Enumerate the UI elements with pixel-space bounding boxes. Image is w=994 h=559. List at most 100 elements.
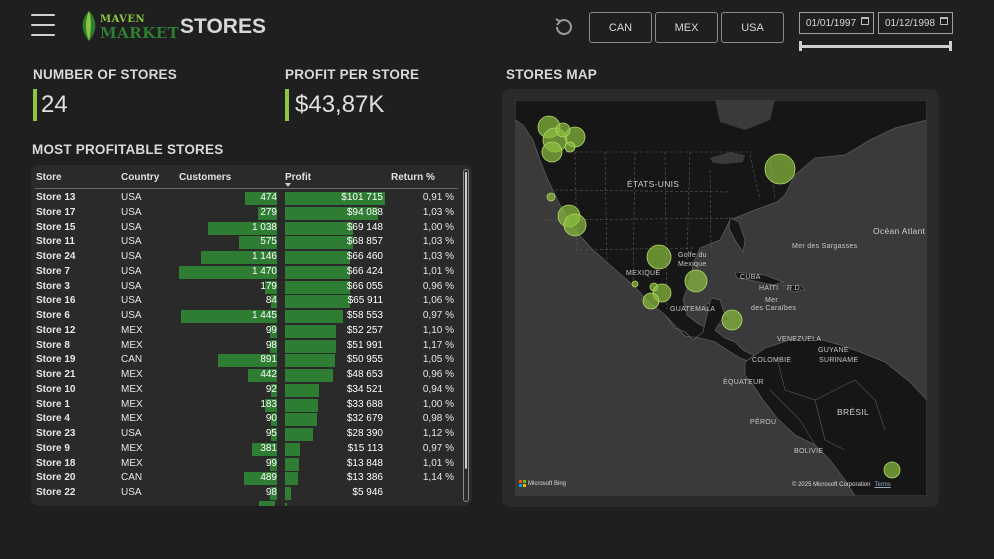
map-label-guyane: GUYANE (818, 347, 849, 354)
table-row[interactable]: Store 7 USA 1 470 $66 424 1,01 % (31, 265, 472, 280)
profit-cell: $69 148 (346, 221, 383, 233)
profit-cell: $66 460 (346, 251, 383, 262)
table-row[interactable]: Store 16 USA 84 $65 911 1,06 % (31, 294, 472, 309)
table-row[interactable]: Store 1 MEX 183 $33 688 1,00 % (31, 398, 472, 413)
country-cell: CAN (121, 472, 143, 484)
return-cell: 1,17 % (422, 339, 454, 351)
column-header-country[interactable]: Country (121, 172, 159, 183)
stores-map[interactable]: ÉTATS-UNIS Océan Atlant Mer des Sargasse… (515, 100, 927, 496)
customers-cell: 95 (265, 428, 277, 439)
table-row[interactable]: Store 21 MEX 442 $48 653 0,96 % (31, 368, 472, 383)
store-cell: Store 15 (36, 221, 76, 233)
table-scrollbar[interactable] (463, 169, 469, 502)
map-label-ocean: Océan Atlant (873, 226, 926, 236)
date-range-slider[interactable] (799, 41, 952, 51)
table-row[interactable]: Store 3 USA 179 $66 055 0,96 % (31, 280, 472, 295)
profit-data-bar (285, 251, 351, 264)
return-cell: 0,94 % (422, 383, 454, 395)
store-cell: Store 9 (36, 442, 70, 454)
customers-cell: 183 (260, 398, 277, 410)
store-cell: Store 8 (36, 339, 70, 351)
profit-data-bar (285, 236, 353, 250)
store-cell: Store 11 (36, 236, 75, 248)
table-row[interactable]: Store 15 USA 1 038 $69 148 1,00 % (31, 221, 472, 236)
logo-text-market: MARKET (100, 24, 180, 42)
customers-cell: 489 (260, 472, 277, 484)
profit-data-bar (285, 354, 336, 368)
table-row[interactable]: Store 23 USA 95 $28 390 1,12 % (31, 427, 472, 442)
table-row[interactable]: Store 20 CAN 489 $13 386 1,14 % (31, 471, 472, 486)
profit-cell: $51 991 (346, 339, 383, 351)
return-cell: 1,03 % (422, 206, 454, 218)
table-row[interactable]: Store 8 MEX 98 $51 991 1,17 % (31, 339, 472, 354)
profit-cell: $66 055 (346, 280, 383, 292)
calendar-icon[interactable] (861, 17, 869, 25)
profit-cell: $28 390 (346, 428, 383, 439)
stores-table: Store Country Customers Profit Return % … (31, 165, 472, 506)
table-row[interactable]: Store 9 MEX 381 $15 113 0,97 % (31, 442, 472, 457)
menu-icon[interactable] (31, 14, 55, 38)
customers-cell: 92 (265, 383, 277, 395)
map-title: STORES MAP (506, 67, 598, 82)
table-row[interactable]: Store 22 USA 98 $5 946 (31, 486, 472, 501)
store-bubble (631, 280, 639, 288)
filter-button-mex[interactable]: MEX (655, 12, 718, 43)
return-cell: 1,12 % (422, 428, 454, 439)
map-canvas (515, 100, 927, 496)
return-cell: 1,01 % (422, 457, 454, 469)
return-cell: 0,91 % (422, 192, 454, 203)
store-cell: Store 7 (36, 265, 70, 277)
slider-handle-start[interactable] (799, 41, 802, 51)
customers-cell: 98 (265, 339, 277, 351)
return-cell: 1,14 % (422, 472, 454, 484)
calendar-icon[interactable] (940, 17, 948, 25)
column-header-profit[interactable]: Profit (285, 172, 311, 183)
kpi-accent-bar (33, 89, 37, 121)
return-cell: 1,00 % (422, 221, 454, 233)
table-row[interactable]: Store 18 MEX 99 $13 848 1,01 % (31, 457, 472, 472)
table-row[interactable]: Store 17 USA 279 $94 088 1,03 % (31, 206, 472, 221)
filter-button-usa[interactable]: USA (721, 12, 784, 43)
table-row[interactable]: Store 6 USA 1 445 $58 553 0,97 % (31, 309, 472, 324)
store-cell: Store 19 (36, 354, 76, 366)
table-row[interactable]: Store 24 USA 1 146 $66 460 1,03 % (31, 250, 472, 265)
store-cell: Store 10 (36, 383, 76, 395)
page-title: STORES (180, 15, 266, 38)
map-provider: Microsoft Bing (519, 480, 566, 487)
profit-data-bar (285, 339, 337, 353)
table-row[interactable]: Store 4 MEX 90 $32 679 0,98 % (31, 412, 472, 427)
column-header-return[interactable]: Return % (391, 172, 435, 183)
return-cell: 0,98 % (422, 413, 454, 425)
table-row[interactable]: Store 19 CAN 891 $50 955 1,05 % (31, 353, 472, 368)
customers-cell: 474 (260, 192, 277, 203)
reset-icon[interactable] (552, 15, 576, 39)
map-card: ÉTATS-UNIS Océan Atlant Mer des Sargasse… (502, 89, 939, 507)
date-end-input[interactable]: 01/12/1998 (878, 12, 953, 34)
scrollbar-thumb[interactable] (465, 172, 467, 469)
table-row[interactable]: Store 10 MEX 92 $34 521 0,94 % (31, 383, 472, 398)
profit-data-bar (285, 383, 319, 397)
store-cell: Store 24 (36, 251, 76, 262)
customers-cell: 1 445 (251, 310, 277, 321)
column-header-customers[interactable]: Customers (179, 172, 231, 183)
column-header-store[interactable]: Store (36, 172, 62, 183)
return-cell: 0,97 % (422, 310, 454, 321)
customers-cell: 575 (260, 236, 277, 248)
store-bubble (883, 461, 901, 479)
table-row[interactable]: Store 12 MEX 99 $52 257 1,10 % (31, 324, 472, 339)
slider-handle-end[interactable] (949, 41, 952, 51)
customers-cell: 442 (260, 369, 277, 380)
country-cell: USA (121, 251, 142, 262)
country-cell: USA (121, 280, 142, 292)
store-cell: Store 17 (36, 206, 76, 218)
filter-button-can[interactable]: CAN (589, 12, 652, 43)
table-row[interactable]: Store 13 USA 474 $101 715 0,91 % (31, 191, 472, 206)
sort-desc-icon[interactable] (285, 183, 291, 187)
profit-data-bar (285, 413, 318, 427)
country-cell: USA (121, 236, 142, 248)
date-start-input[interactable]: 01/01/1997 (799, 12, 874, 34)
table-row[interactable]: Store 11 USA 575 $68 857 1,03 % (31, 235, 472, 250)
return-cell: 0,96 % (422, 369, 454, 380)
map-terms-link[interactable]: Terms (874, 482, 890, 488)
profit-data-bar (285, 428, 313, 441)
